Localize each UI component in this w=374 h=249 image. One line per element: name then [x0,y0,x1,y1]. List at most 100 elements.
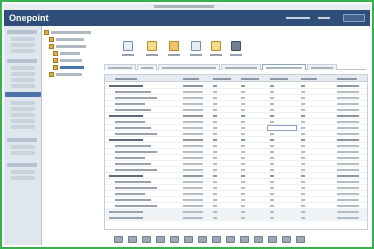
table-cell [183,133,203,135]
table-cell [270,91,274,93]
sidebar-item[interactable] [11,84,35,88]
sidebar-item[interactable] [11,170,35,174]
sidebar-item[interactable] [11,37,35,41]
help-link[interactable] [318,17,330,19]
column-header[interactable] [115,78,137,80]
tab[interactable] [137,64,157,70]
sidebar-navigation [4,26,42,245]
toolbar-button[interactable] [208,40,224,60]
sidebar-item[interactable] [11,72,35,76]
table-cell [270,115,274,117]
sidebar-item[interactable] [7,163,37,167]
sidebar-item[interactable] [7,59,37,63]
sidebar-item[interactable] [11,176,35,180]
sidebar-item[interactable] [11,78,35,82]
column-header[interactable] [241,78,259,80]
toolbar-button[interactable] [188,40,204,60]
tab-active[interactable] [262,64,306,70]
table-cell [183,157,203,159]
table-cell [301,121,305,123]
column-header[interactable] [301,78,317,80]
table-cell [301,103,305,105]
table-cell [241,187,245,189]
table-cell-name [115,181,151,183]
sidebar-item[interactable] [11,49,35,53]
table-cell [213,181,217,183]
folder-icon [49,72,54,77]
sidebar-item[interactable] [11,125,35,129]
sidebar-item[interactable] [11,43,35,47]
pager-button[interactable] [240,236,249,243]
tab[interactable] [307,64,337,70]
sidebar-item[interactable] [7,138,37,142]
column-header[interactable] [337,78,357,80]
table-cell [301,109,305,111]
table-cell-name [115,151,157,153]
pager-button[interactable] [142,236,151,243]
table-cell [213,163,217,165]
pager-button[interactable] [184,236,193,243]
sidebar-item[interactable] [7,30,37,34]
table-cell [270,97,274,99]
table-cell [241,151,245,153]
table-cell [337,175,359,177]
pager-button[interactable] [254,236,263,243]
data-grid [104,74,368,230]
table-cell [213,217,217,219]
sidebar-item-selected[interactable] [5,92,41,97]
table-cell [183,109,203,111]
document-icon [191,41,201,51]
toolbar-button[interactable] [166,40,182,60]
sidebar-item[interactable] [11,101,35,105]
pager-button[interactable] [268,236,277,243]
pager-button[interactable] [296,236,305,243]
table-cell [241,175,245,177]
user-menu[interactable] [286,17,310,19]
pager-button[interactable] [212,236,221,243]
table-cell [213,109,217,111]
sidebar-item[interactable] [11,151,35,155]
table-cell [301,163,305,165]
pager-button[interactable] [282,236,291,243]
table-cell [213,139,217,141]
table-cell [213,127,217,129]
tab[interactable] [104,64,136,70]
toolbar-button[interactable] [120,40,136,60]
table-cell [213,211,217,213]
table-cell [213,97,217,99]
tab[interactable] [221,64,261,70]
column-header[interactable] [270,78,288,80]
column-header[interactable] [183,78,199,80]
sidebar-item[interactable] [11,107,35,111]
pager-button[interactable] [114,236,123,243]
sidebar-item[interactable] [11,113,35,117]
table-cell-name [115,205,157,207]
table-cell [337,85,359,87]
table-cell-name [115,133,157,135]
table-cell [241,205,245,207]
table-total-row[interactable] [105,215,367,221]
tab[interactable] [158,64,220,70]
table-cell [301,193,305,195]
toolbar-button[interactable] [144,40,160,60]
table-cell [213,193,217,195]
sidebar-item[interactable] [11,119,35,123]
table-cell [213,205,217,207]
pager-button[interactable] [156,236,165,243]
header-action-button[interactable] [343,14,365,22]
table-cell [301,91,305,93]
toolbar-button[interactable] [228,40,244,60]
pager-button[interactable] [198,236,207,243]
table-cell-name [115,91,151,93]
sidebar-item[interactable] [11,66,35,70]
sidebar-item[interactable] [11,145,35,149]
pager-button[interactable] [226,236,235,243]
table-cell [183,175,203,177]
table-cell [301,181,305,183]
table-cell [337,199,359,201]
table-cell [337,163,359,165]
pager-button[interactable] [170,236,179,243]
column-header[interactable] [213,78,231,80]
folder-icon [53,51,58,56]
pager-button[interactable] [128,236,137,243]
